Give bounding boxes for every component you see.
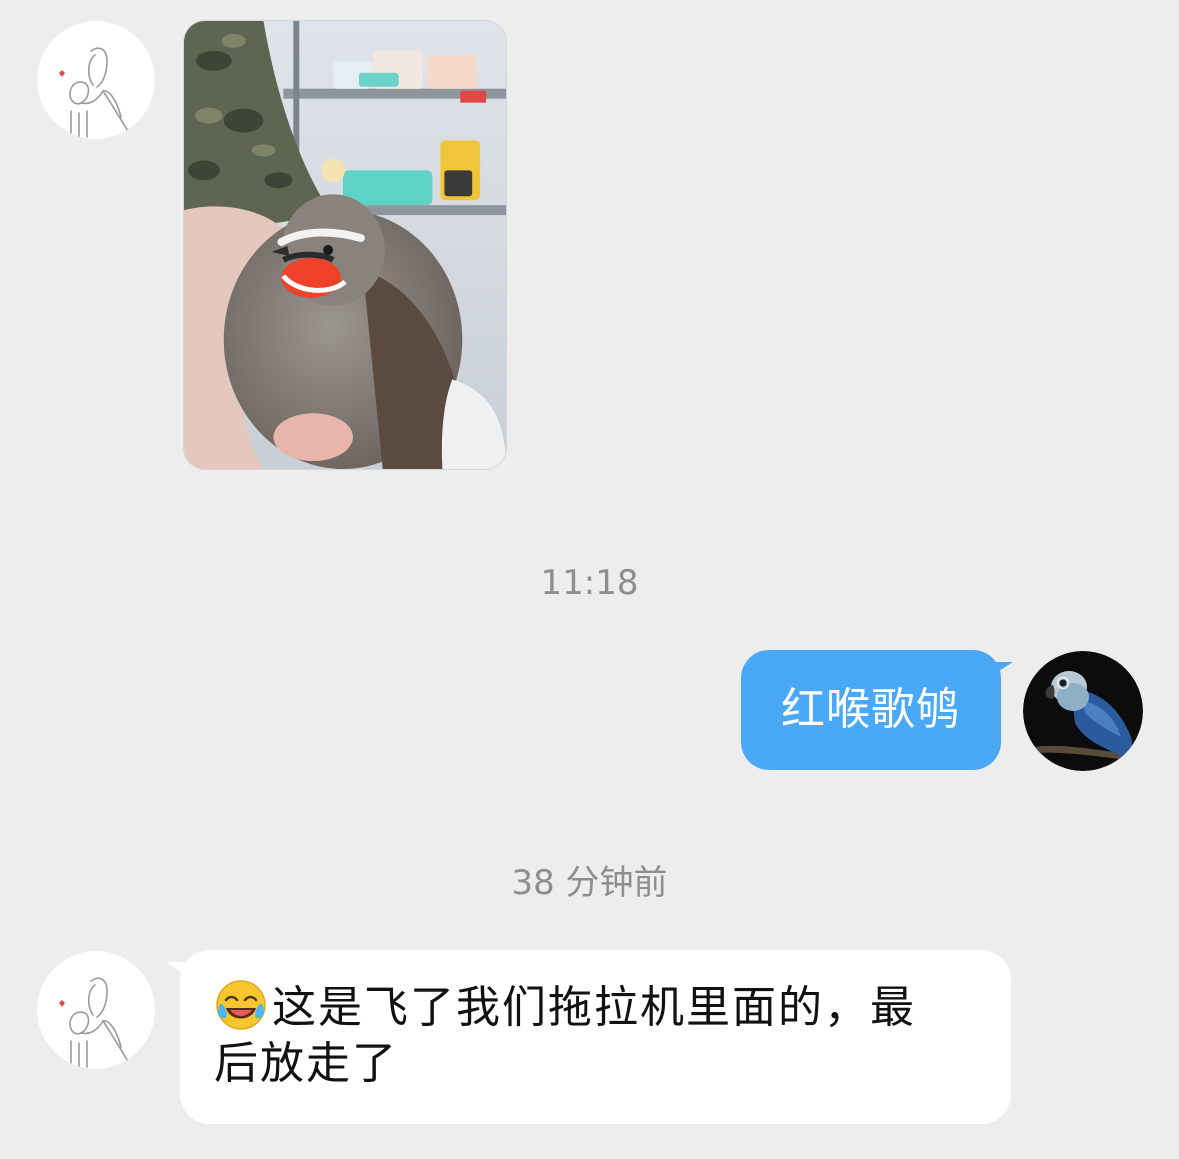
self-avatar[interactable]: [1023, 651, 1143, 771]
laughing-crying-emoji-icon: [214, 978, 268, 1032]
message-timestamp: 38 分钟前: [511, 863, 668, 903]
contact-avatar[interactable]: [37, 951, 155, 1069]
hand-holding-red-throated-bird-photo: [184, 21, 506, 469]
contact-avatar[interactable]: [37, 21, 155, 139]
message-timestamp: 11:18: [540, 563, 639, 603]
incoming-message-line: 这是飞了我们拖拉机里面的，最: [214, 978, 975, 1036]
photo-message[interactable]: [183, 20, 507, 470]
line-art-figure-avatar-icon: [37, 21, 155, 139]
incoming-message-text-line2: 后放走了: [214, 1038, 398, 1089]
incoming-message-text-line1: 这是飞了我们拖拉机里面的，最: [272, 982, 916, 1033]
outgoing-message-bubble[interactable]: 红喉歌鸲: [741, 650, 1001, 770]
incoming-message-bubble[interactable]: 这是飞了我们拖拉机里面的，最 后放走了: [180, 950, 1011, 1124]
outgoing-message-text: 红喉歌鸲: [781, 684, 961, 735]
line-art-figure-avatar-icon: [37, 951, 155, 1069]
blue-parrot-avatar-icon: [1023, 651, 1143, 771]
